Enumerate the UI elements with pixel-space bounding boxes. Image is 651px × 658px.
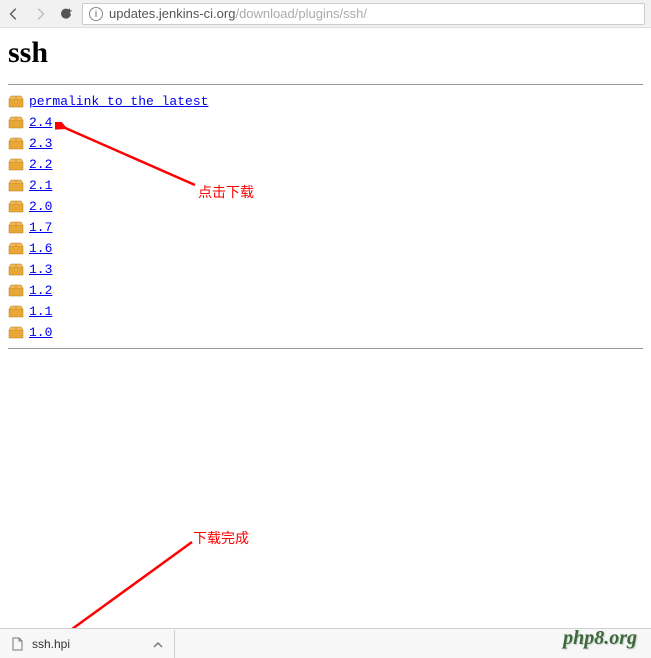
package-icon — [8, 262, 24, 276]
version-list: permalink to the latest — [8, 91, 643, 111]
divider — [8, 84, 643, 85]
version-link[interactable]: 2.2 — [29, 157, 52, 172]
download-file-name: ssh.hpi — [32, 637, 144, 651]
package-icon — [8, 178, 24, 192]
package-icon — [8, 304, 24, 318]
download-bar: ssh.hpi — [0, 628, 651, 658]
forward-button — [32, 6, 48, 22]
package-icon — [8, 199, 24, 213]
chevron-up-icon[interactable] — [152, 638, 164, 650]
version-item: 2.3 — [8, 133, 643, 153]
version-link[interactable]: 2.1 — [29, 178, 52, 193]
package-icon — [8, 241, 24, 255]
page-content: ssh permalink to the latest 2.4 2.3 2.2 2.1… — [0, 28, 651, 363]
version-item: 1.7 — [8, 217, 643, 237]
version-link[interactable]: 2.0 — [29, 199, 52, 214]
download-item[interactable]: ssh.hpi — [0, 630, 175, 658]
package-icon — [8, 136, 24, 150]
package-icon — [8, 115, 24, 129]
back-button[interactable] — [6, 6, 22, 22]
url-host: updates.jenkins-ci.org/download/plugins/… — [109, 5, 367, 23]
version-link[interactable]: 1.0 — [29, 325, 52, 340]
watermark: php8.org — [563, 627, 637, 650]
package-icon — [8, 157, 24, 171]
nav-controls — [6, 6, 74, 22]
address-bar[interactable]: i updates.jenkins-ci.org/download/plugin… — [82, 3, 645, 25]
browser-navigation-bar: i updates.jenkins-ci.org/download/plugin… — [0, 0, 651, 28]
version-link[interactable]: 1.3 — [29, 262, 52, 277]
version-link[interactable]: 1.2 — [29, 283, 52, 298]
permalink-link[interactable]: permalink to the latest — [29, 94, 208, 109]
version-item: 2.0 — [8, 196, 643, 216]
annotation-click-download: 点击下载 — [198, 182, 254, 202]
version-item: 1.6 — [8, 238, 643, 258]
arrow-to-download — [62, 540, 197, 640]
version-link[interactable]: 1.6 — [29, 241, 52, 256]
package-icon — [8, 94, 24, 108]
file-icon — [10, 637, 24, 651]
version-item: 1.1 — [8, 301, 643, 321]
reload-button[interactable] — [58, 6, 74, 22]
version-item: 2.4 — [8, 112, 643, 132]
annotation-download-complete: 下载完成 — [193, 528, 249, 548]
version-link[interactable]: 1.7 — [29, 220, 52, 235]
permalink-item: permalink to the latest — [8, 91, 643, 111]
version-link[interactable]: 1.1 — [29, 304, 52, 319]
versions-container: 2.4 2.3 2.2 2.1 2.0 1.7 1.6 1.3 1.2 1.1 1.0 — [8, 112, 643, 342]
package-icon — [8, 325, 24, 339]
version-item: 2.2 — [8, 154, 643, 174]
version-item: 1.3 — [8, 259, 643, 279]
version-item: 1.2 — [8, 280, 643, 300]
page-title: ssh — [8, 36, 643, 70]
version-item: 1.0 — [8, 322, 643, 342]
divider-bottom — [8, 348, 643, 349]
version-link[interactable]: 2.3 — [29, 136, 52, 151]
package-icon — [8, 220, 24, 234]
version-link[interactable]: 2.4 — [29, 115, 52, 130]
version-item: 2.1 — [8, 175, 643, 195]
site-info-icon[interactable]: i — [89, 7, 103, 21]
package-icon — [8, 283, 24, 297]
